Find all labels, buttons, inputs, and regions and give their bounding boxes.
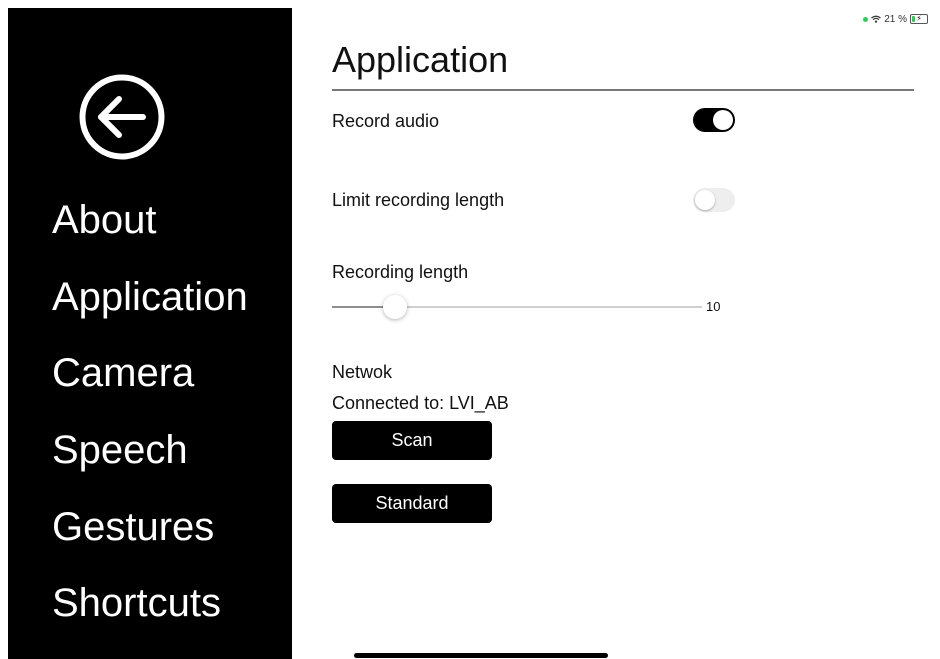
sidebar-item-about[interactable]: About xyxy=(52,197,157,243)
toggle-knob xyxy=(695,190,715,210)
sidebar-item-gestures[interactable]: Gestures xyxy=(52,504,214,550)
recording-length-value: 10 xyxy=(706,299,721,314)
sidebar-item-application[interactable]: Application xyxy=(52,274,248,320)
page-title: Application xyxy=(332,39,509,80)
connected-network-text: Connected to: LVI_AB xyxy=(332,393,509,413)
back-button[interactable] xyxy=(79,74,165,160)
recording-indicator-dot xyxy=(863,16,869,22)
home-indicator xyxy=(354,653,608,658)
charging-bolt-icon: ⚡ xyxy=(916,14,922,23)
status-bar: 21 % ⚡ xyxy=(863,12,928,26)
standard-button[interactable]: Standard xyxy=(332,484,492,523)
sidebar-item-speech[interactable]: Speech xyxy=(52,427,188,473)
battery-level xyxy=(912,16,915,22)
record-audio-toggle[interactable] xyxy=(693,108,735,132)
title-divider xyxy=(332,89,914,91)
battery-percentage: 21 % xyxy=(884,13,907,25)
toggle-knob xyxy=(713,110,733,130)
network-heading: Netwok xyxy=(332,362,393,382)
record-audio-label: Record audio xyxy=(332,111,440,131)
slider-thumb[interactable] xyxy=(382,295,407,319)
limit-recording-length-toggle[interactable] xyxy=(693,188,735,212)
sidebar-item-camera[interactable]: Camera xyxy=(52,350,194,396)
scan-button[interactable]: Scan xyxy=(332,421,492,460)
battery-icon: ⚡ xyxy=(910,14,928,24)
recording-length-label: Recording length xyxy=(332,262,469,282)
sidebar: About Application Camera Speech Gestures… xyxy=(8,8,292,659)
recording-length-slider[interactable] xyxy=(332,295,702,319)
sidebar-item-shortcuts[interactable]: Shortcuts xyxy=(52,580,221,626)
limit-recording-length-label: Limit recording length xyxy=(332,190,505,210)
wifi-icon xyxy=(871,15,882,23)
arrow-left-circle-icon xyxy=(79,74,165,160)
